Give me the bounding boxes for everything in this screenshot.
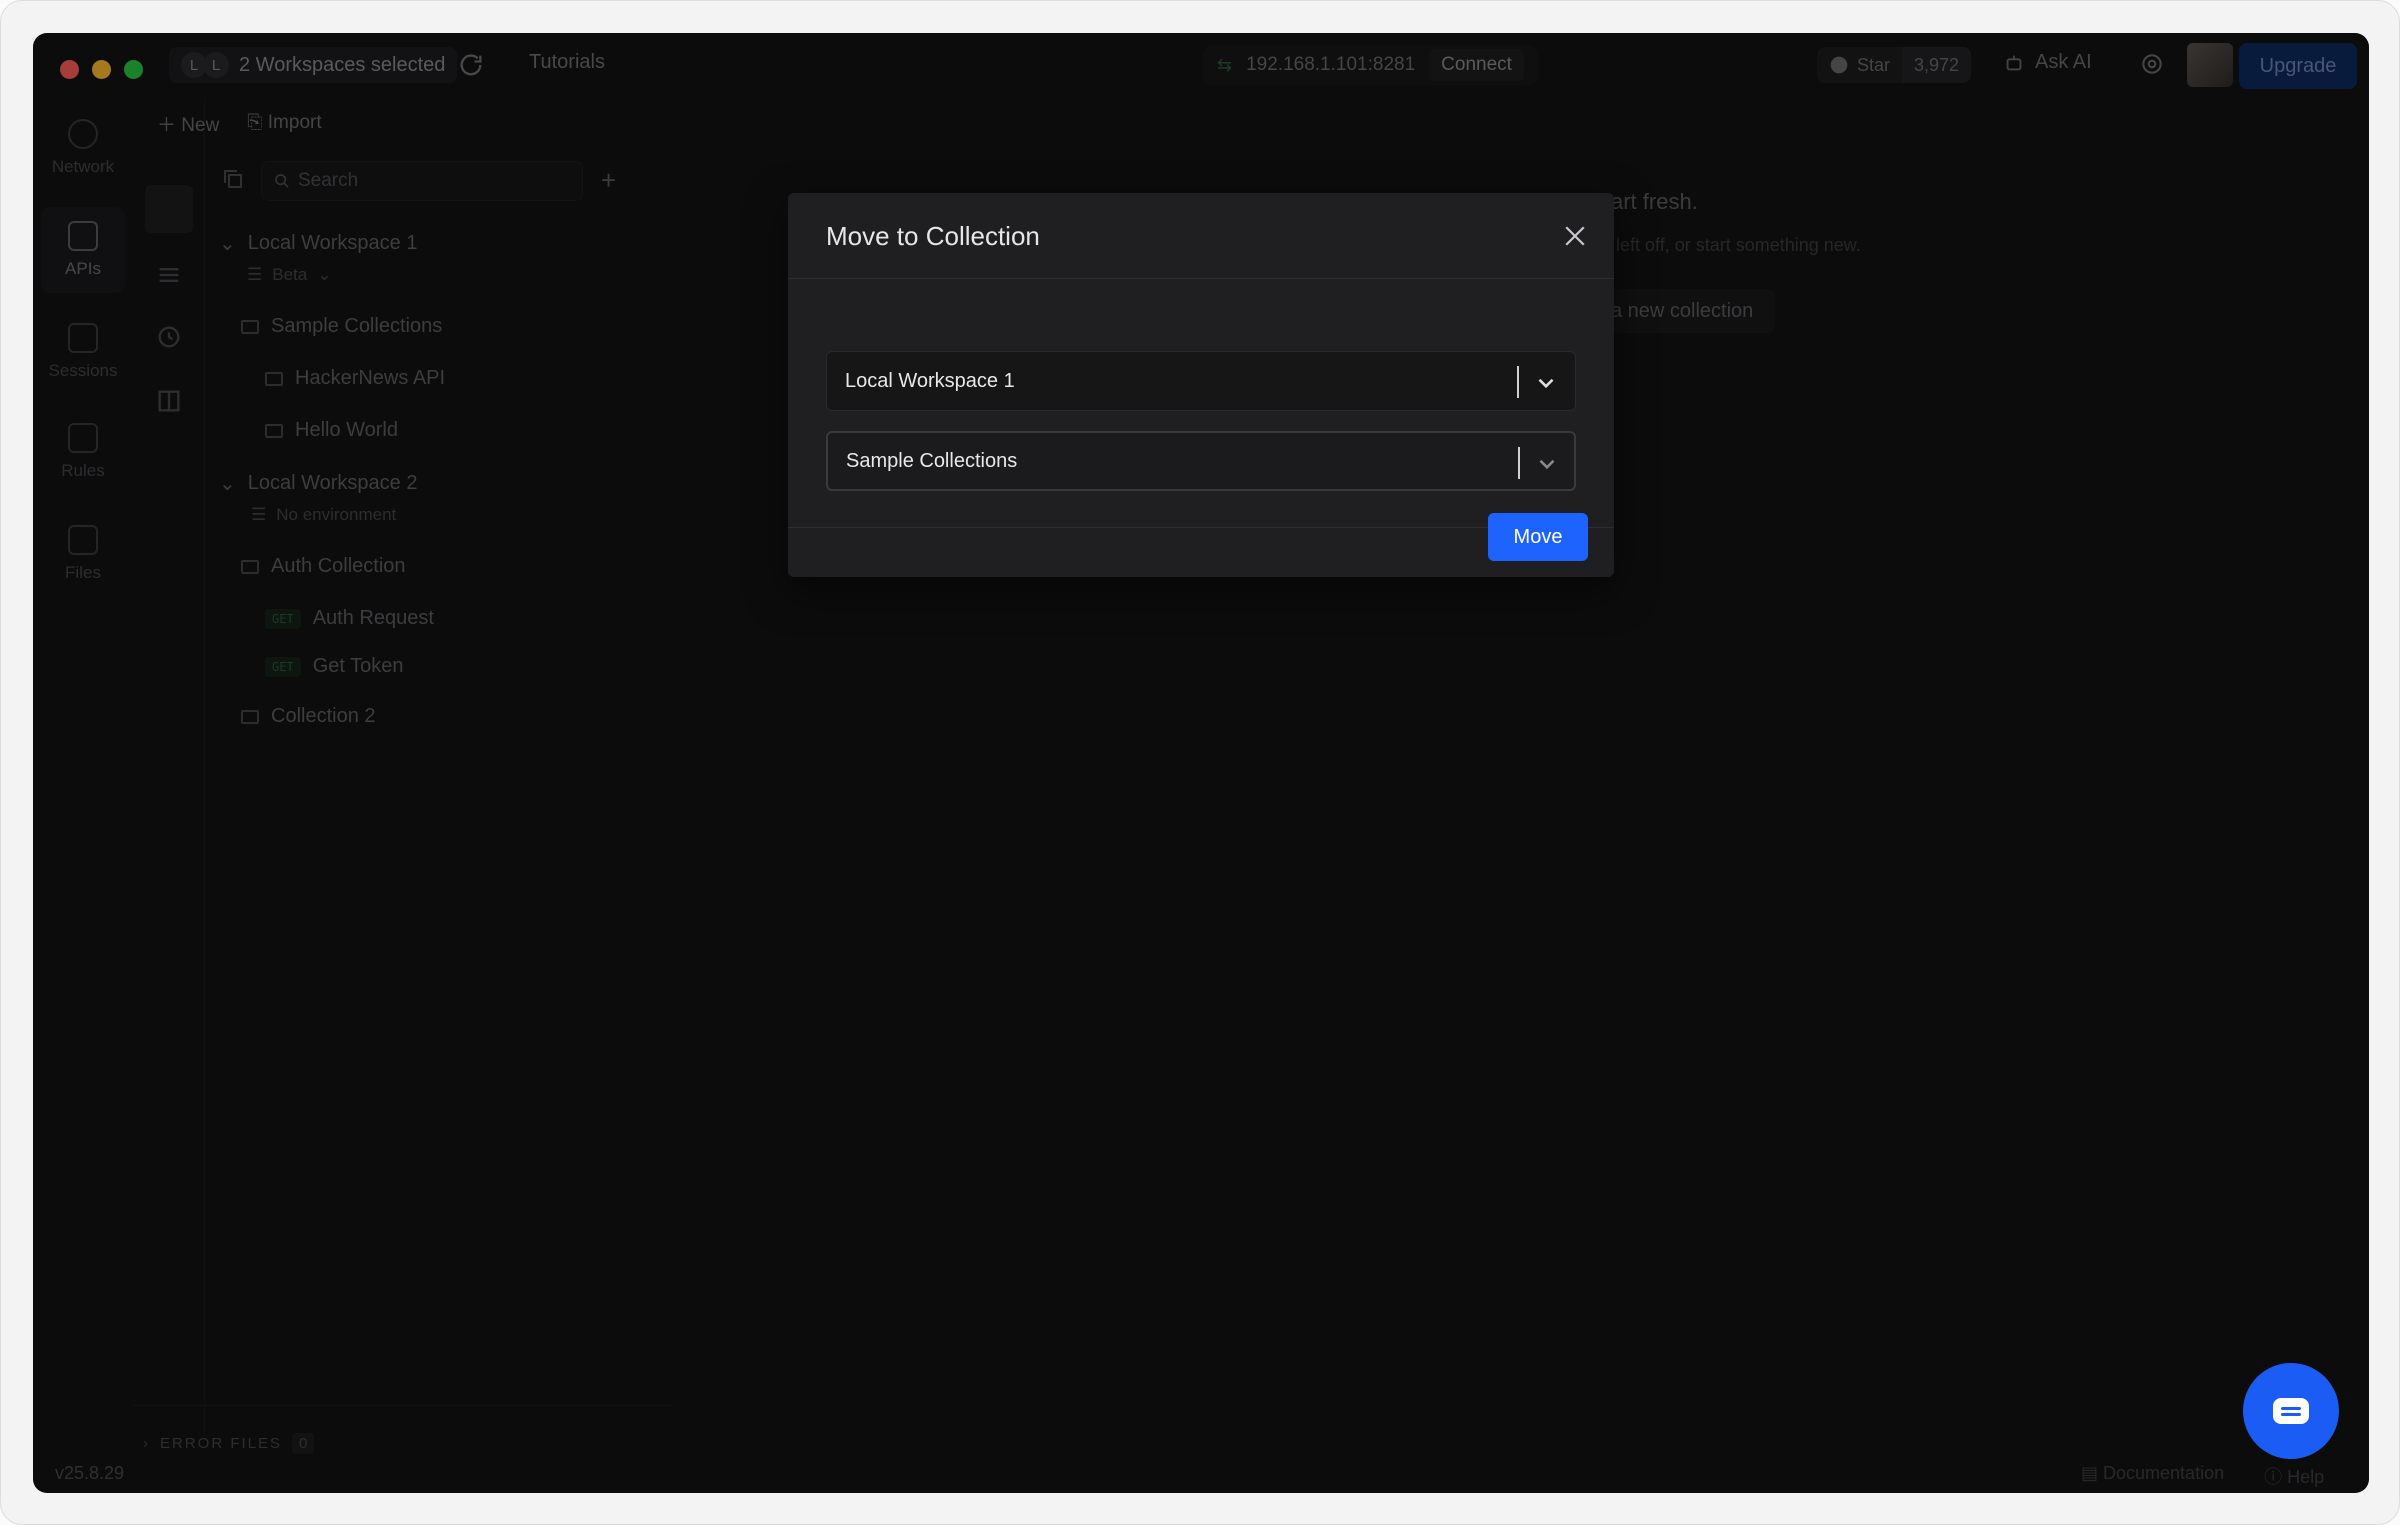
move-button[interactable]: Move — [1488, 513, 1588, 561]
chat-support-button[interactable] — [2243, 1363, 2339, 1459]
workspace-select-value: Local Workspace 1 — [845, 369, 1015, 392]
close-icon[interactable] — [1560, 221, 1590, 251]
dialog-title: Move to Collection — [826, 221, 1040, 251]
collection-select[interactable]: Sample Collections — [826, 431, 1576, 491]
screen-frame: L L 2 Workspaces selected Tutorials ⇆ 19… — [0, 0, 2400, 1525]
app-window: L L 2 Workspaces selected Tutorials ⇆ 19… — [33, 33, 2369, 1493]
collection-select-value: Sample Collections — [846, 449, 1018, 472]
chevron-down-icon — [1539, 459, 1555, 470]
chat-icon — [2273, 1398, 2309, 1424]
select-separator — [1517, 366, 1519, 398]
workspace-select[interactable]: Local Workspace 1 — [826, 351, 1576, 411]
select-separator — [1518, 447, 1520, 479]
chevron-down-icon — [1538, 378, 1554, 389]
dialog-header: Move to Collection — [788, 193, 1614, 279]
